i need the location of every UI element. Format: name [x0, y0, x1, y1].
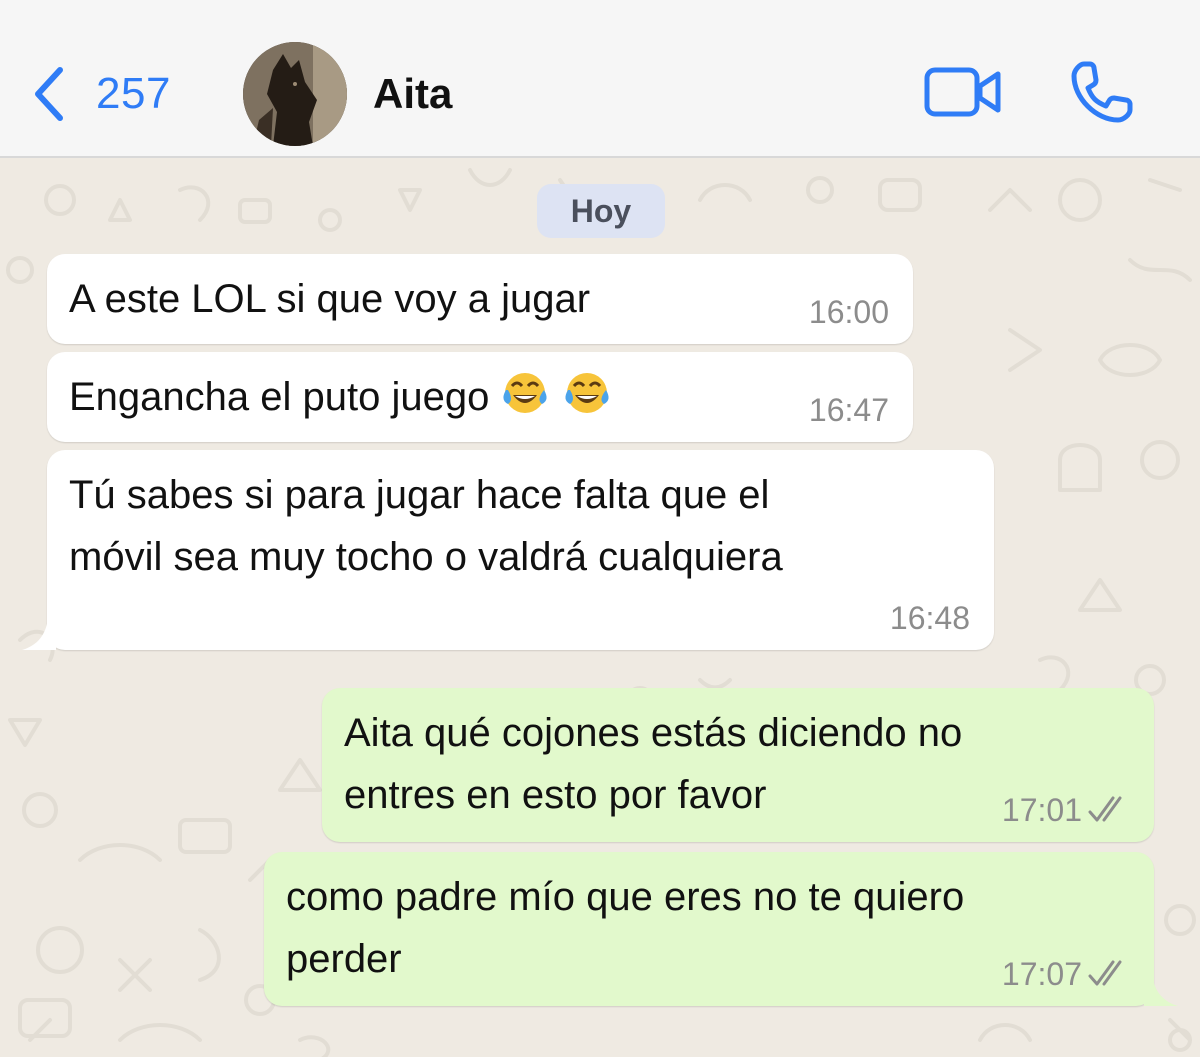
chevron-left-icon [35, 67, 63, 121]
message-time: 16:00 [808, 294, 889, 330]
avatar[interactable] [243, 42, 347, 146]
message-text-body: Engancha el puto juego [69, 375, 490, 419]
back-button[interactable]: 257 [30, 62, 171, 126]
unread-count: 257 [96, 69, 171, 118]
face-with-tears-of-joy-emoji [565, 373, 610, 413]
message-line: como padre mío que eres no te quiero [286, 875, 965, 919]
video-call-button[interactable] [924, 64, 1004, 120]
message-line: perder [286, 937, 402, 981]
double-check-icon [1088, 796, 1122, 822]
bubble-tail [22, 618, 56, 650]
incoming-message[interactable]: Engancha el puto juego 16:47 [47, 352, 913, 442]
message-meta: 17:01 [1002, 790, 1132, 830]
message-time: 17:01 [1001, 792, 1082, 828]
message-time: 16:47 [808, 392, 889, 428]
outgoing-message[interactable]: como padre mío que eres no te quiero perd… [264, 852, 1154, 1006]
contact-name[interactable]: Aita [373, 70, 452, 118]
chat-area[interactable]: Hoy A este LOL si que voy a jugar 16:00 … [0, 160, 1200, 1057]
message-text: Tú sabes si para jugar hace falta que el… [69, 464, 783, 588]
message-text: como padre mío que eres no te quiero perd… [286, 866, 964, 990]
voice-call-button[interactable] [1068, 58, 1136, 126]
incoming-message[interactable]: A este LOL si que voy a jugar 16:00 [47, 254, 913, 344]
message-text: Engancha el puto juego [69, 366, 624, 428]
date-chip: Hoy [537, 184, 665, 238]
contact-photo [243, 42, 347, 146]
phone-icon [1071, 61, 1133, 123]
message-line: móvil sea muy tocho o valdrá cualquiera [69, 535, 783, 579]
bubble-tail [1144, 974, 1178, 1006]
message-text: Aita qué cojones estás diciendo no entres… [344, 702, 962, 826]
incoming-message[interactable]: Tú sabes si para jugar hace falta que el… [47, 450, 994, 650]
message-line: entres en esto por favor [344, 773, 767, 817]
outgoing-message[interactable]: Aita qué cojones estás diciendo no entres… [322, 688, 1154, 842]
message-line: Aita qué cojones estás diciendo no [344, 711, 963, 755]
message-line: Tú sabes si para jugar hace falta que el [69, 473, 770, 517]
message-time: 16:48 [889, 600, 970, 636]
chat-header: 257 Aita [0, 0, 1200, 158]
message-time: 17:07 [1001, 956, 1082, 992]
double-check-icon [1088, 960, 1122, 986]
face-with-tears-of-joy-emoji [503, 373, 548, 413]
video-camera-icon [924, 67, 1001, 117]
message-meta: 17:07 [1002, 954, 1132, 994]
message-text: A este LOL si que voy a jugar [69, 277, 591, 321]
